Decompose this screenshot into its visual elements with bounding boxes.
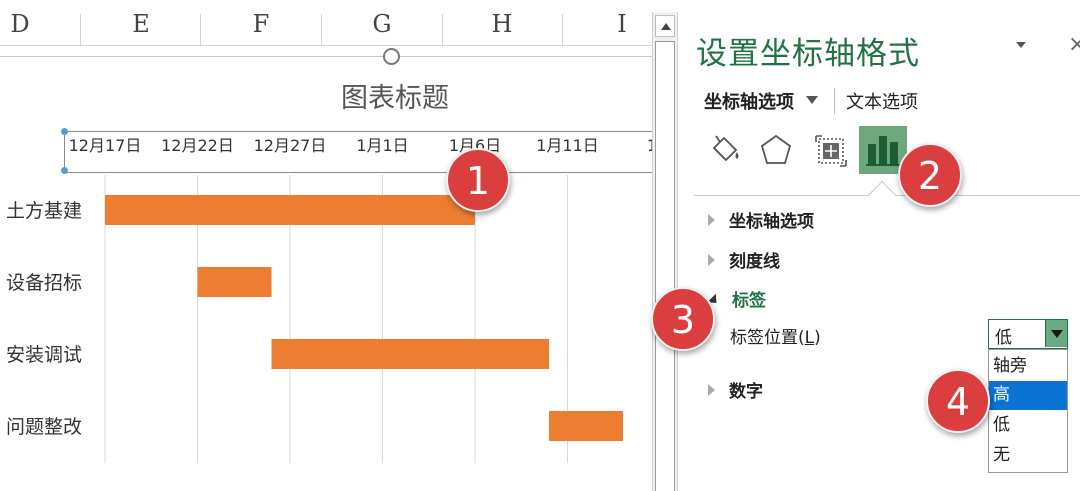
section-number-label: 数字 xyxy=(729,382,763,402)
option-none[interactable]: 无 xyxy=(989,441,1067,470)
section-tick-marks-label: 刻度线 xyxy=(729,252,780,272)
label-position-label: 标签位置(L) xyxy=(730,323,821,348)
gantt-chart[interactable]: 12月17日12月22日12月27日1月1日1月6日1月11日1月 土方基建设备… xyxy=(0,0,652,491)
expand-caret-icon xyxy=(708,214,715,226)
scroll-thumb[interactable] xyxy=(655,41,675,491)
expand-caret-icon xyxy=(708,254,715,266)
category-label: 安装调试 xyxy=(6,344,82,366)
option-high[interactable]: 高 xyxy=(989,381,1067,410)
label-position-value: 低 xyxy=(995,328,1012,348)
gantt-bar xyxy=(549,411,623,441)
label-position-options: 轴旁 高 低 无 xyxy=(988,349,1068,473)
section-labels[interactable]: 标签 xyxy=(707,286,766,311)
section-tick-marks[interactable]: 刻度线 xyxy=(708,247,780,272)
scroll-up-button[interactable] xyxy=(655,15,675,37)
category-labels: 土方基建设备招标安装调试问题整改 xyxy=(6,200,82,438)
gantt-bar xyxy=(271,339,549,369)
chevron-down-icon xyxy=(1051,330,1063,338)
label-position-select[interactable]: 低 xyxy=(988,319,1068,349)
section-number[interactable]: 数字 xyxy=(708,377,763,402)
scroll-up-arrow-icon xyxy=(661,23,671,30)
pentagon-icon[interactable] xyxy=(754,128,798,172)
tab-separator xyxy=(834,88,835,114)
axis-selection-handle[interactable] xyxy=(61,128,68,135)
callout-badge-2: 2 xyxy=(898,143,962,207)
size-properties-icon[interactable] xyxy=(808,128,852,172)
label-position-accesskey: L xyxy=(804,328,815,348)
option-low[interactable]: 低 xyxy=(989,411,1067,440)
callout-badge-4: 4 xyxy=(926,369,990,433)
section-labels-label: 标签 xyxy=(732,291,766,311)
vertical-scrollbar[interactable] xyxy=(652,12,678,491)
pane-title: 设置坐标轴格式 xyxy=(696,36,920,72)
label-position-close: ) xyxy=(814,328,821,348)
label-position-dropdown-button[interactable] xyxy=(1045,320,1067,347)
label-position-text: 标签位置( xyxy=(730,328,805,348)
gantt-bar xyxy=(105,195,475,225)
section-axis-options[interactable]: 坐标轴选项 xyxy=(708,207,814,232)
callout-badge-1: 1 xyxy=(446,148,510,212)
worksheet[interactable]: D E F G H I 图表标题 12月17日 12月22日 12月27日 1月1日 1… xyxy=(0,0,652,491)
icon-tab-pointer xyxy=(867,180,897,210)
callout-badge-3: 3 xyxy=(651,287,715,351)
expand-caret-icon xyxy=(708,384,715,396)
category-label: 问题整改 xyxy=(6,416,82,438)
option-next-to-axis[interactable]: 轴旁 xyxy=(989,352,1067,381)
selected-horizontal-axis[interactable] xyxy=(61,128,652,174)
gantt-bar xyxy=(197,267,272,297)
format-axis-pane: 设置坐标轴格式 × 坐标轴选项 文本选项 坐标轴选项 刻度线 标签 标签位置(L… xyxy=(680,0,1080,491)
paint-bucket-icon[interactable] xyxy=(704,128,748,172)
tab-text-options[interactable]: 文本选项 xyxy=(846,88,918,114)
pane-options-dropdown-icon[interactable] xyxy=(1016,42,1026,48)
bars xyxy=(105,195,623,441)
axis-selection-handle[interactable] xyxy=(61,167,68,174)
tab-axis-options[interactable]: 坐标轴选项 xyxy=(704,88,794,114)
section-axis-options-label: 坐标轴选项 xyxy=(729,212,814,232)
category-label: 土方基建 xyxy=(6,200,82,222)
pane-close-icon[interactable]: × xyxy=(1068,32,1080,57)
category-label: 设备招标 xyxy=(6,272,82,294)
axis-options-caret-icon[interactable] xyxy=(806,96,818,104)
